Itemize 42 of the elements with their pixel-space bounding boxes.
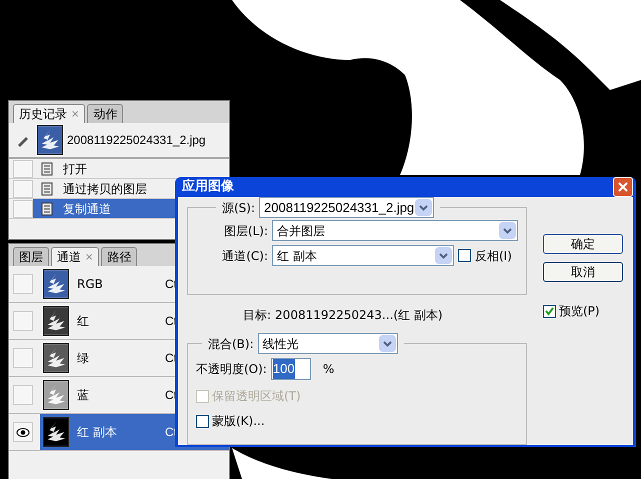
- history-source-checkbox[interactable]: [13, 180, 33, 198]
- history-source-checkbox[interactable]: [13, 200, 33, 218]
- document-icon: [41, 162, 55, 176]
- snapshot-name[interactable]: 2008119225024331_2.jpg: [67, 131, 206, 149]
- close-icon: [618, 182, 628, 192]
- panel-tab[interactable]: 通道 ×: [51, 247, 100, 266]
- visibility-toggle[interactable]: [13, 274, 33, 294]
- eye-icon: [16, 428, 30, 436]
- visibility-toggle[interactable]: [13, 311, 33, 331]
- dialog-button[interactable]: 确定: [543, 234, 623, 254]
- panel-tab[interactable]: 动作: [87, 104, 124, 123]
- close-button[interactable]: [613, 177, 633, 197]
- panel-tab[interactable]: 历史记录 ×: [13, 104, 86, 123]
- invert-label[interactable]: 反相(I): [475, 246, 512, 264]
- visibility-toggle[interactable]: [13, 385, 33, 405]
- source-dropdown[interactable]: 2008119225024331_2.jpg: [259, 197, 434, 218]
- bird-thumbnail: [37, 125, 63, 155]
- channel-dropdown[interactable]: 红 副本: [272, 245, 454, 266]
- visibility-toggle[interactable]: [13, 348, 33, 368]
- percent-sign: %: [322, 361, 334, 378]
- opacity-label: 不透明度(O):: [196, 361, 267, 378]
- checkbox[interactable]: [458, 249, 471, 262]
- history-source-checkbox[interactable]: [13, 160, 33, 178]
- channel-label: 通道(C):: [221, 248, 268, 264]
- dialog-title: 应用图像: [182, 178, 234, 196]
- layer-label: 图层(L):: [222, 222, 268, 240]
- preview-label[interactable]: 预览(P): [559, 302, 600, 320]
- layer-dropdown[interactable]: 合并图层: [272, 220, 518, 241]
- opacity-field[interactable]: 100: [270, 358, 311, 380]
- history-state[interactable]: 打开: [33, 159, 229, 178]
- target-value: 20081192250243...(红 副本): [275, 307, 443, 324]
- document-icon: [41, 182, 55, 196]
- dialog-button[interactable]: 取消: [543, 262, 623, 282]
- checkbox[interactable]: [196, 414, 209, 428]
- blend-dropdown[interactable]: 线性光: [258, 333, 398, 354]
- checkbox[interactable]: [543, 304, 556, 318]
- blend-label: 混合(B):: [208, 336, 254, 352]
- document-icon: [41, 202, 55, 216]
- panel-tab[interactable]: 路径: [101, 247, 138, 266]
- target-label: 目标:: [243, 307, 272, 324]
- visibility-toggle[interactable]: [13, 422, 33, 442]
- panel-tab[interactable]: 图层: [13, 247, 49, 266]
